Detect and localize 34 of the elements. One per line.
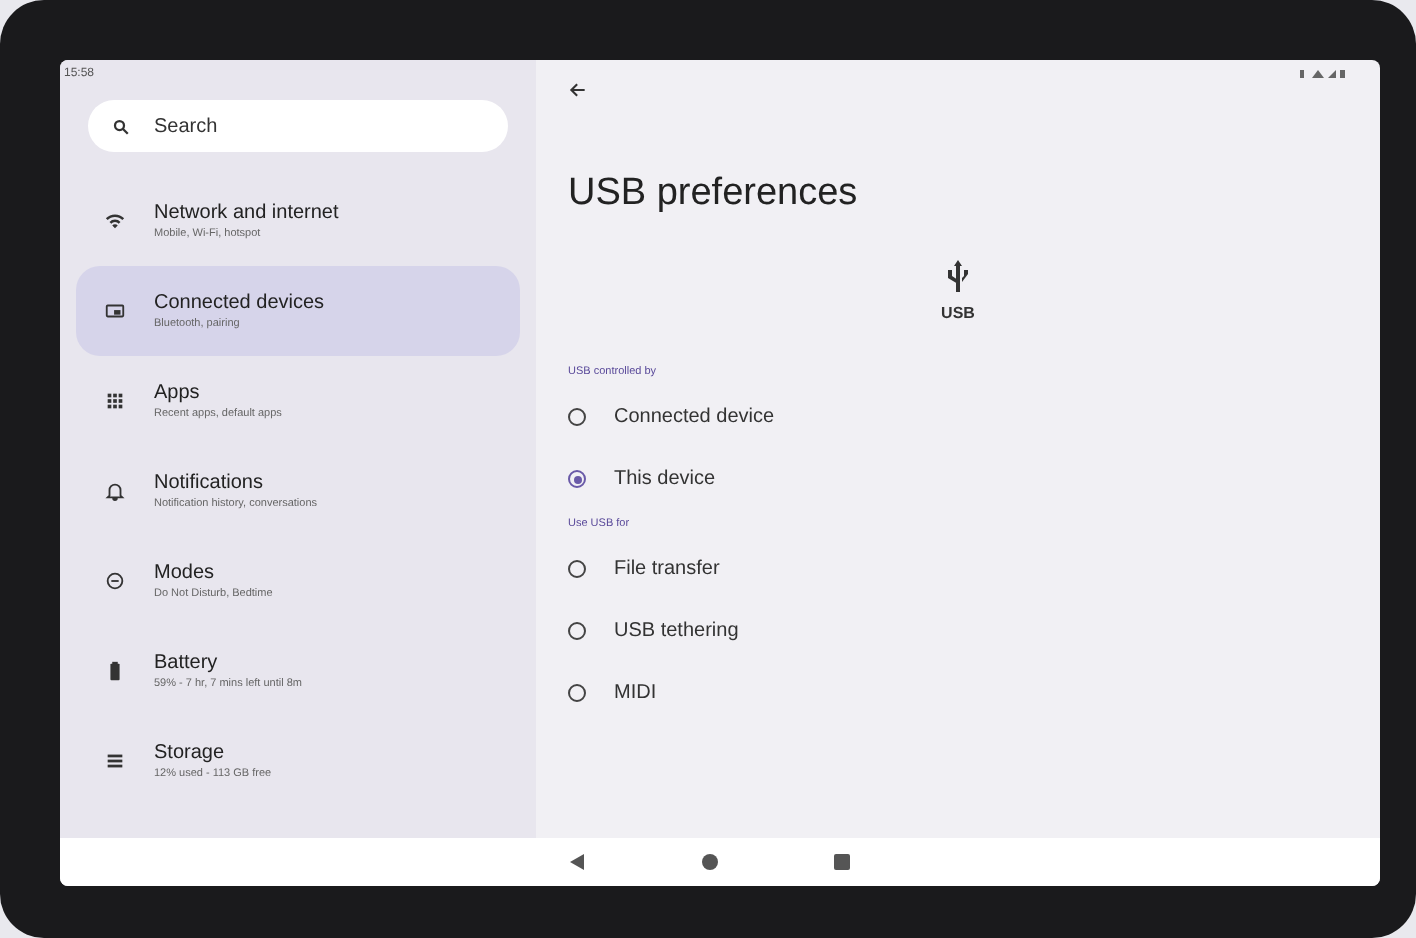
radio-option[interactable]: File transfer <box>568 538 1348 600</box>
radio-button[interactable] <box>568 470 586 488</box>
radio-button[interactable] <box>568 408 586 426</box>
usb-label: USB <box>941 304 975 322</box>
back-arrow-icon[interactable] <box>568 80 588 100</box>
apps-icon <box>104 390 126 412</box>
modes-icon <box>104 570 126 592</box>
search-icon <box>112 117 130 135</box>
item-title: Storage <box>154 742 227 764</box>
radio-option[interactable]: USB tethering <box>568 600 1348 662</box>
radio-option[interactable]: Connected device <box>568 386 1348 448</box>
radio-button[interactable] <box>568 560 586 578</box>
radio-option[interactable]: This device <box>568 448 1348 510</box>
status-icons <box>1296 68 1348 80</box>
search-field[interactable]: Search <box>88 100 508 152</box>
home-nav-icon[interactable] <box>702 854 718 870</box>
item-title: Network and internet <box>154 202 339 224</box>
back-nav-icon[interactable] <box>570 854 586 870</box>
item-title: Battery <box>154 652 220 674</box>
radio-button[interactable] <box>568 684 586 702</box>
usb-icon <box>943 260 972 292</box>
devices-icon <box>104 300 126 322</box>
radio-button[interactable] <box>568 622 586 640</box>
item-title: Apps <box>154 382 202 404</box>
battery-icon <box>104 660 126 682</box>
item-title: Notifications <box>154 472 265 494</box>
item-title: Modes <box>154 562 217 584</box>
item-title: Connected devices <box>154 292 325 314</box>
page-title: USB preferences <box>568 172 860 216</box>
radio-option[interactable]: MIDI <box>568 662 1348 724</box>
wifi-icon <box>104 210 126 232</box>
storage-icon <box>104 750 126 772</box>
search-placeholder: Search <box>154 115 218 137</box>
bell-icon <box>104 480 126 502</box>
